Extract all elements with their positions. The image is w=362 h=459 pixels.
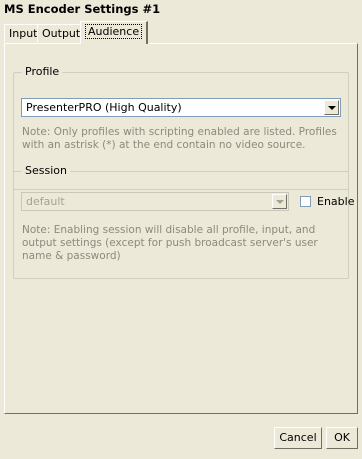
tab-output-label: Output: [42, 27, 81, 40]
window-title: MS Encoder Settings #1: [4, 2, 161, 16]
tab-output[interactable]: Output: [37, 24, 86, 42]
enable-checkbox[interactable]: [300, 195, 311, 207]
audience-panel: Profile PresenterPRO (High Quality) Note…: [4, 43, 358, 414]
profile-select[interactable]: PresenterPRO (High Quality): [21, 98, 341, 117]
session-enable-toggle[interactable]: Enable: [300, 193, 354, 209]
profile-note: Note: Only profiles with scripting enabl…: [22, 126, 337, 151]
session-group: Session default Enable Note: Enabling se…: [13, 164, 354, 279]
tab-input-label: Input: [9, 27, 38, 40]
session-select[interactable]: default: [21, 192, 289, 211]
profile-legend: Profile: [22, 65, 63, 78]
encoder-settings-window: MS Encoder Settings #1 Input Output Audi…: [0, 0, 362, 459]
session-legend: Session: [22, 164, 70, 177]
cancel-button[interactable]: Cancel: [274, 427, 322, 449]
ok-button[interactable]: OK: [326, 427, 358, 449]
chevron-down-icon[interactable]: [324, 100, 339, 115]
session-note: Note: Enabling session will disable all …: [22, 224, 318, 262]
tab-audience-label: Audience: [85, 24, 143, 39]
tab-audience[interactable]: Audience: [80, 21, 149, 44]
chevron-down-icon[interactable]: [272, 194, 287, 209]
profile-selected-value: PresenterPRO (High Quality): [26, 101, 182, 114]
enable-checkbox-label: Enable: [317, 194, 355, 208]
session-select-value: default: [26, 195, 65, 208]
